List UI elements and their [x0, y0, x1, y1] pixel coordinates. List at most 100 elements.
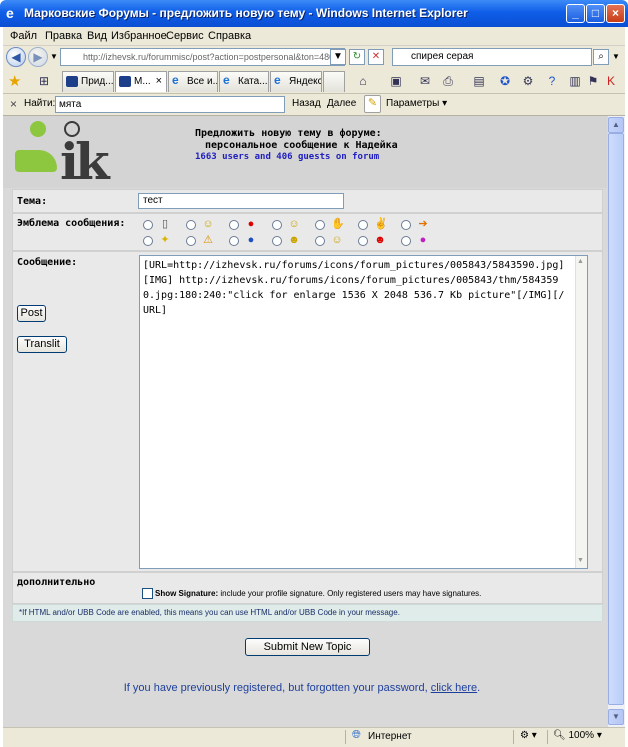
textarea-scroll-down-icon[interactable]: ▼ — [577, 557, 584, 564]
angry-icon: ☻ — [374, 234, 386, 246]
scroll-thumb[interactable] — [608, 133, 624, 705]
menu-help[interactable]: Справка — [208, 30, 251, 42]
post-button[interactable]: Post — [17, 305, 46, 322]
question-icon: ● — [247, 234, 255, 246]
zoom-control[interactable]: 🔍︎ 100% ▾ — [553, 730, 602, 741]
research-icon[interactable]: ▥ — [567, 73, 583, 89]
cool-smile-icon: ☻ — [288, 234, 300, 246]
emblem-radio-13[interactable] — [358, 236, 368, 246]
menu-view[interactable]: Вид — [87, 30, 107, 42]
tab-close-icon[interactable]: × — [156, 75, 162, 87]
find-input[interactable]: мята — [55, 96, 285, 113]
minimize-button[interactable]: _ — [566, 4, 585, 23]
find-label: Найти: — [24, 98, 56, 109]
mail-toolbar-icon[interactable]: ✉ — [417, 73, 433, 89]
emblem-radio-11[interactable] — [272, 236, 282, 246]
message-label: Сообщение: — [17, 257, 78, 268]
tools-gear-icon[interactable]: ⚙ — [520, 73, 536, 89]
site-logo[interactable]: ik — [60, 132, 110, 191]
subject-input[interactable]: тест — [138, 193, 344, 209]
emblem-radio-6[interactable] — [358, 220, 368, 230]
search-icon[interactable]: ⌕ — [593, 49, 609, 65]
translate-icon[interactable]: K — [603, 73, 619, 89]
logo-head-1 — [30, 121, 46, 137]
maximize-button[interactable]: □ — [586, 4, 605, 23]
search-dropdown-icon[interactable]: ▼ — [612, 52, 620, 61]
tab-1[interactable]: Прид... — [62, 71, 114, 92]
refresh-icon[interactable]: ↻ — [349, 49, 365, 65]
textarea-scrollbar[interactable] — [575, 256, 587, 568]
history-dropdown-icon[interactable]: ▼ — [50, 52, 58, 61]
zone-label: Интернет — [368, 731, 412, 742]
ie-icon: e — [172, 73, 179, 87]
status-divider — [547, 730, 548, 744]
emblem-radio-1[interactable] — [143, 220, 153, 230]
safety-icon[interactable]: ✪ — [497, 73, 513, 89]
find-options-button[interactable]: Параметры ▾ — [386, 98, 447, 109]
stop-icon[interactable]: ✕ — [368, 49, 384, 65]
emblem-label: Эмблема сообщения: — [17, 218, 126, 229]
options-row — [12, 572, 603, 604]
emblem-radio-2[interactable] — [186, 220, 196, 230]
emblem-radio-4[interactable] — [272, 220, 282, 230]
emblem-radio-5[interactable] — [315, 220, 325, 230]
new-tab-button[interactable] — [323, 71, 345, 92]
submit-new-topic-button[interactable]: Submit New Topic — [245, 638, 370, 656]
emblem-radio-9[interactable] — [186, 236, 196, 246]
print-icon[interactable]: ⎙ — [440, 73, 456, 89]
thumbs-up-icon: ✌ — [374, 218, 388, 230]
page-title: Предложить новую тему в форуме: персонал… — [195, 128, 398, 151]
scroll-up-icon[interactable]: ▲ — [608, 117, 624, 133]
forward-icon[interactable]: ▶ — [28, 47, 48, 67]
thumbs-down-icon: ✋ — [331, 218, 345, 230]
forgot-password-link[interactable]: click here — [431, 682, 477, 694]
favorites-star-icon[interactable]: ★ — [8, 72, 21, 90]
tab-5[interactable]: e Яндекс — [270, 71, 322, 92]
home-icon[interactable]: ⌂ — [355, 73, 371, 89]
textarea-scroll-up-icon[interactable]: ▲ — [577, 258, 584, 265]
emblem-radio-7[interactable] — [401, 220, 411, 230]
menu-file[interactable]: Файл — [10, 30, 37, 42]
show-signature-checkbox[interactable] — [142, 588, 153, 599]
purple-face-icon: ● — [419, 234, 427, 246]
menu-edit[interactable]: Правка — [45, 30, 82, 42]
menu-favorites[interactable]: Избранное — [111, 30, 167, 42]
address-input[interactable]: http://izhevsk.ru/forummisc/post?action=… — [60, 48, 345, 66]
lightbulb-icon: ✦ — [160, 234, 170, 246]
tab-3[interactable]: e Все и... — [168, 71, 218, 92]
search-input[interactable]: спирея серая — [392, 48, 592, 66]
address-dropdown-icon[interactable]: ▼ — [330, 49, 346, 65]
ie-icon: e — [274, 73, 281, 87]
ie-icon: e — [223, 73, 230, 87]
quick-tabs-icon[interactable]: ⊞ — [36, 73, 52, 89]
tab-4[interactable]: e Ката... — [219, 71, 269, 92]
tab-2[interactable]: М... × — [115, 71, 167, 92]
highlight-icon[interactable]: ✎ — [364, 95, 381, 113]
emblem-radio-10[interactable] — [229, 236, 239, 246]
html-note: *If HTML and/or UBB Code are enabled, th… — [12, 604, 603, 622]
close-window-button[interactable]: × — [606, 4, 625, 23]
emblem-radio-8[interactable] — [143, 236, 153, 246]
feeds-icon[interactable]: ▣ — [388, 73, 404, 89]
protected-mode-icon[interactable]: ⚙ ▾ — [520, 730, 537, 741]
warning-icon: ⚠ — [203, 234, 213, 246]
forgot-password-text: If you have previously registered, but f… — [123, 682, 481, 694]
emblem-radio-14[interactable] — [401, 236, 411, 246]
find-next-button[interactable]: Далее — [327, 98, 356, 109]
document-icon: ▯ — [161, 218, 169, 230]
internet-globe-icon: 🌐︎ — [352, 729, 361, 741]
window-title: Марковские Форумы - предложить новую тем… — [24, 6, 468, 20]
users-online: 1663 users and 406 guests on forum — [195, 152, 380, 162]
page-icon[interactable]: ▤ — [471, 73, 487, 89]
emblem-radio-3[interactable] — [229, 220, 239, 230]
message-textarea[interactable]: [URL=http://izhevsk.ru/forums/icons/foru… — [139, 255, 588, 569]
back-icon[interactable]: ◀ — [6, 47, 26, 67]
scroll-down-icon[interactable]: ▼ — [608, 709, 624, 725]
find-previous-button[interactable]: Назад — [292, 98, 321, 109]
emblem-radio-12[interactable] — [315, 236, 325, 246]
findbar-close-icon[interactable]: × — [10, 97, 17, 111]
help-icon[interactable]: ? — [544, 73, 560, 89]
bookmark-icon[interactable]: ⚑ — [585, 73, 601, 89]
menu-tools[interactable]: Сервис — [166, 30, 204, 42]
translit-button[interactable]: Translit — [17, 336, 67, 353]
